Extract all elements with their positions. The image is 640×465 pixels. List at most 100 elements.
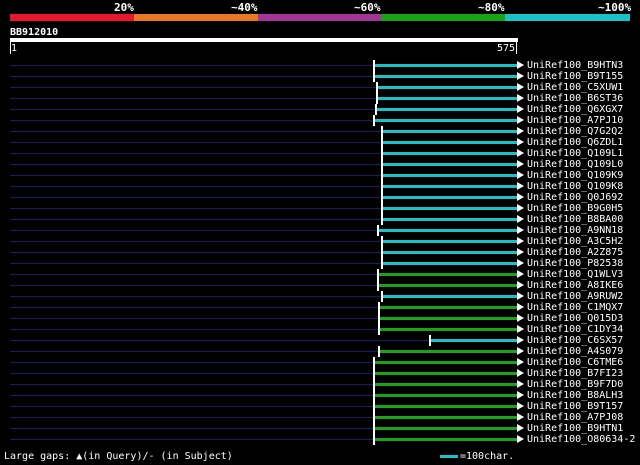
hit-arrow-icon	[517, 237, 524, 245]
hit-label-link[interactable]: UniRef100_Q109L0	[527, 159, 623, 170]
hit-alignment-bar[interactable]	[373, 361, 518, 364]
hit-label-link[interactable]: UniRef100_B8ALH3	[527, 390, 623, 401]
hit-start-marker	[380, 258, 383, 269]
hit-alignment-bar[interactable]	[373, 119, 518, 122]
hit-arrow-icon	[517, 369, 524, 377]
hit-alignment-bar[interactable]	[376, 86, 518, 89]
hit-arrow-icon	[517, 413, 524, 421]
hit-arrow-icon	[517, 270, 524, 278]
hit-arrow-icon	[517, 61, 524, 69]
hit-alignment-bar[interactable]	[379, 350, 518, 353]
hit-label-link[interactable]: UniRef100_A4S079	[527, 346, 623, 357]
hit-start-marker	[378, 346, 381, 357]
hit-alignment-bar[interactable]	[373, 75, 518, 78]
hit-label-link[interactable]: UniRef100_C6TME6	[527, 357, 623, 368]
hit-alignment-bar[interactable]	[381, 163, 518, 166]
hit-label-link[interactable]: UniRef100_B9F7D0	[527, 379, 623, 390]
hit-start-marker	[372, 434, 375, 445]
hit-label-link[interactable]: UniRef100_A8IKE6	[527, 280, 623, 291]
hit-label-link[interactable]: UniRef100_C5XUW1	[527, 82, 623, 93]
hit-label-link[interactable]: UniRef100_C1MQX7	[527, 302, 623, 313]
hit-label-link[interactable]: UniRef100_Q015D3	[527, 313, 623, 324]
hit-alignment-bar[interactable]	[381, 207, 518, 210]
hit-alignment-bar[interactable]	[373, 405, 518, 408]
hit-start-marker	[372, 115, 375, 126]
hit-label-link[interactable]: UniRef100_A2Z875	[527, 247, 623, 258]
hit-alignment-bar[interactable]	[381, 295, 518, 298]
hit-alignment-bar[interactable]	[381, 185, 518, 188]
hit-arrow-icon	[517, 281, 524, 289]
hit-arrow-icon	[517, 160, 524, 168]
hit-alignment-bar[interactable]	[381, 218, 518, 221]
hit-label-link[interactable]: UniRef100_A7PJ10	[527, 115, 623, 126]
hit-alignment-bar[interactable]	[381, 240, 518, 243]
hit-alignment-bar[interactable]	[381, 152, 518, 155]
hit-start-marker	[380, 247, 383, 258]
hit-label-link[interactable]: UniRef100_A9RUW2	[527, 291, 623, 302]
large-gaps-legend: Large gaps: ▲(in Query)/- (in Subject)	[4, 451, 233, 462]
hit-label-link[interactable]: UniRef100_B6ST36	[527, 93, 623, 104]
hit-arrow-icon	[517, 391, 524, 399]
hit-alignment-bar[interactable]	[381, 251, 518, 254]
hit-alignment-bar[interactable]	[376, 97, 518, 100]
hit-label-link[interactable]: UniRef100_Q7G2Q2	[527, 126, 623, 137]
hit-alignment-bar[interactable]	[381, 174, 518, 177]
hit-label-link[interactable]: UniRef100_B9T157	[527, 401, 623, 412]
hit-alignment-bar[interactable]	[373, 416, 518, 419]
hit-label-link[interactable]: UniRef100_C6SX57	[527, 335, 623, 346]
hit-label-link[interactable]: UniRef100_A7PJ08	[527, 412, 623, 423]
hit-start-marker	[380, 159, 383, 170]
hit-label-link[interactable]: UniRef100_Q6XGX7	[527, 104, 623, 115]
hit-label-link[interactable]: UniRef100_B9T155	[527, 71, 623, 82]
hit-start-marker	[372, 401, 375, 412]
hit-start-marker	[372, 390, 375, 401]
hit-label-link[interactable]: UniRef100_B7FI23	[527, 368, 623, 379]
hit-label-link[interactable]: UniRef100_P82538	[527, 258, 623, 269]
hit-label-link[interactable]: UniRef100_Q0J692	[527, 192, 623, 203]
scale-label: =100char.	[460, 451, 515, 462]
hit-alignment-bar[interactable]	[377, 284, 518, 287]
hit-alignment-bar[interactable]	[379, 317, 518, 320]
hit-label-link[interactable]: UniRef100_C1DY34	[527, 324, 623, 335]
hit-alignment-bar[interactable]	[381, 130, 518, 133]
hit-alignment-bar[interactable]	[373, 427, 518, 430]
hit-alignment-bar[interactable]	[429, 339, 518, 342]
hit-alignment-bar[interactable]	[375, 108, 518, 111]
hit-alignment-bar[interactable]	[381, 262, 518, 265]
hit-alignment-bar[interactable]	[377, 273, 518, 276]
hit-alignment-bar[interactable]	[373, 372, 518, 375]
hit-alignment-bar[interactable]	[381, 141, 518, 144]
hit-alignment-bar[interactable]	[373, 438, 518, 441]
hit-alignment-bar[interactable]	[373, 394, 518, 397]
hit-arrow-icon	[517, 127, 524, 135]
hit-label-link[interactable]: UniRef100_Q109K9	[527, 170, 623, 181]
hit-arrow-icon	[517, 248, 524, 256]
hit-label-link[interactable]: UniRef100_Q109K8	[527, 181, 623, 192]
hit-start-marker	[380, 291, 383, 302]
hit-label-link[interactable]: UniRef100_B9HTN1	[527, 423, 623, 434]
hit-arrow-icon	[517, 94, 524, 102]
hit-start-marker	[376, 269, 379, 280]
hit-alignment-bar[interactable]	[379, 328, 518, 331]
hit-arrow-icon	[517, 314, 524, 322]
hit-alignment-bar[interactable]	[377, 229, 518, 232]
hit-start-marker	[375, 93, 378, 104]
hit-label-link[interactable]: UniRef100_B9HTN3	[527, 60, 623, 71]
hit-alignment-bar[interactable]	[379, 306, 518, 309]
hit-start-marker	[380, 137, 383, 148]
hit-label-link[interactable]: UniRef100_A3C5H2	[527, 236, 623, 247]
hit-alignment-bar[interactable]	[381, 196, 518, 199]
hit-start-marker	[372, 357, 375, 368]
hit-label-link[interactable]: UniRef100_O80634-2	[527, 434, 635, 445]
hit-start-marker	[428, 335, 431, 346]
hit-label-link[interactable]: UniRef100_Q6ZDL1	[527, 137, 623, 148]
hit-label-link[interactable]: UniRef100_Q1WLV3	[527, 269, 623, 280]
hit-start-marker	[372, 412, 375, 423]
hit-alignment-bar[interactable]	[373, 64, 518, 67]
hit-label-link[interactable]: UniRef100_A9NN18	[527, 225, 623, 236]
hit-label-link[interactable]: UniRef100_B9G0H5	[527, 203, 623, 214]
hit-alignment-bar[interactable]	[373, 383, 518, 386]
hit-arrow-icon	[517, 303, 524, 311]
hit-label-link[interactable]: UniRef100_B8BA00	[527, 214, 623, 225]
hit-label-link[interactable]: UniRef100_Q109L1	[527, 148, 623, 159]
